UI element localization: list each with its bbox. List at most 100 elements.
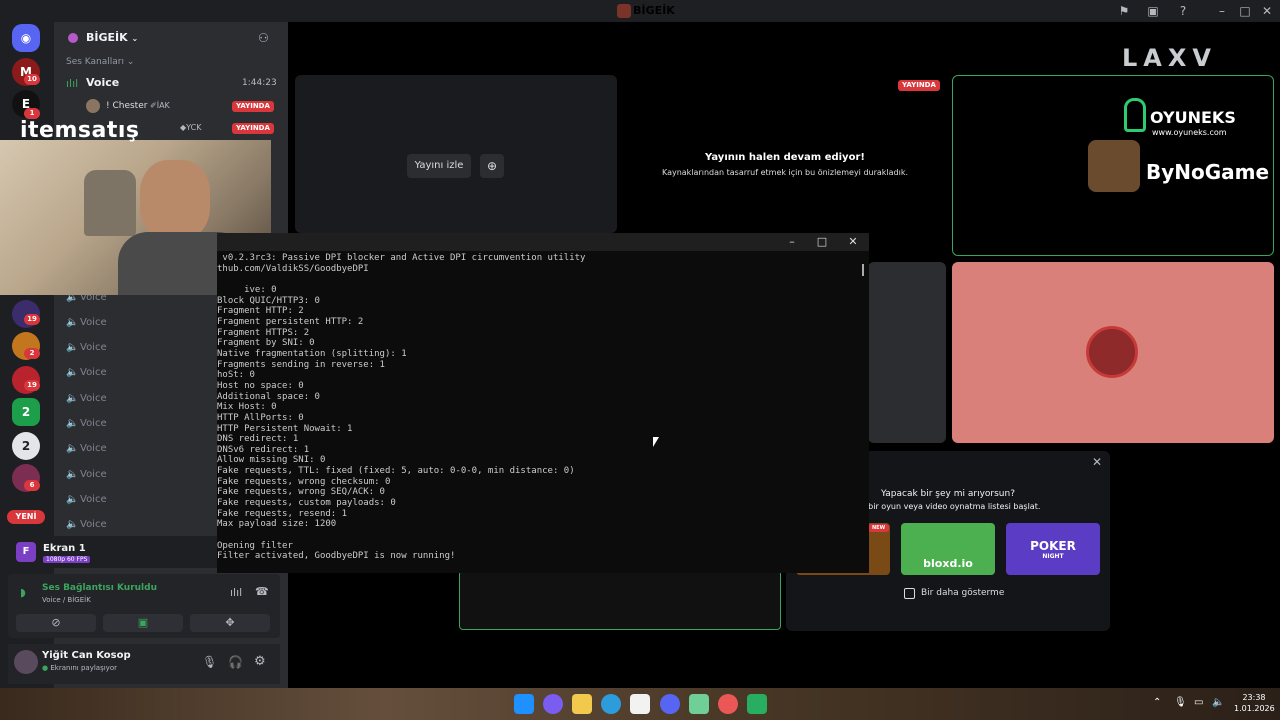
console-close-button[interactable]: ✕ [841,234,865,250]
member-tag-label: İAK [156,101,170,110]
help-icon[interactable]: ? [1175,3,1191,19]
voice-channel-main[interactable]: Voice [86,76,119,89]
copilot-icon[interactable] [543,694,563,714]
console-line: Max payload size: 1200 [217,519,337,530]
windows-start-icon[interactable] [514,694,534,714]
console-line: Fake requests, wrong checksum: 0 [217,476,391,487]
maximize-button[interactable]: □ [1237,3,1253,19]
edge-icon[interactable] [601,694,621,714]
close-icon[interactable]: ✕ [1090,455,1104,469]
minimize-button[interactable]: – [1214,3,1230,19]
console-line: Fragments sending in reverse: 1 [217,359,385,370]
console-titlebar[interactable] [217,233,869,251]
voice-channel[interactable]: 🔈 Voice [66,388,107,410]
section-header[interactable]: Ses Kanalları ⌄ [66,57,134,67]
server-icon-2[interactable]: 2 [12,398,40,426]
chair-shape [84,170,136,236]
member-name[interactable]: ! Chester [106,101,147,111]
microphone-icon[interactable]: 🎙 [202,655,217,669]
window-title: BİGEİK [633,4,675,17]
popout-icon[interactable]: ⊕ [480,154,504,178]
member-tag-label: YCK [186,123,202,132]
add-member-icon[interactable]: ⚇ [258,31,269,45]
close-button[interactable]: ✕ [1259,3,1275,19]
camera-off-button[interactable]: ⊘ [16,614,96,632]
screen-share-button[interactable]: ▣ [103,614,183,632]
app-icon[interactable] [689,694,709,714]
noise-suppression-icon[interactable]: ılıl [230,586,242,599]
store-icon[interactable] [630,694,650,714]
voice-channel-label: Voice [80,393,107,404]
dont-show-checkbox[interactable] [904,588,915,599]
disconnect-icon[interactable]: ☎ [255,585,269,598]
voice-channel[interactable]: 🔈 Voice [66,514,107,536]
console-maximize-button[interactable]: □ [810,234,834,250]
speaker-icon: 🔈 [66,443,79,454]
server-name[interactable]: BİGEİK ⌄ [86,31,138,44]
voice-channel[interactable]: 🔈 Voice [66,489,107,511]
watch-stream-button[interactable]: Yayını izle [407,154,471,178]
speaker-icon: 🔈 [66,393,79,404]
console-line: Fake requests, TTL: fixed (fixed: 5, aut… [217,466,575,477]
activities-button[interactable]: ✥ [190,614,270,632]
unread-badge: 10 [24,74,40,85]
file-explorer-icon[interactable] [572,694,592,714]
console-minimize-button[interactable]: – [780,234,804,250]
chevron-down-icon: ⌄ [131,34,139,43]
avatar[interactable] [14,650,38,674]
volume-icon[interactable]: 🔈 [1212,697,1224,708]
brand-oyuneks: OYUNEKS [1150,108,1236,127]
voice-channel-label: Voice [80,317,107,328]
console-line: Fake requests, wrong SEQ/ACK: 0 [217,487,385,498]
sponsor-overlay-logo: itemsatış [20,118,140,143]
connection-status[interactable]: Ses Bağlantısı Kuruldu [42,583,157,593]
inbox-icon[interactable]: ⚑ [1116,3,1132,19]
participant-tile-speaking[interactable] [459,570,781,630]
live-badge: YAYINDA [232,101,274,112]
voice-channel[interactable]: 🔈 Voice [66,362,107,384]
voice-channel[interactable]: 🔈 Voice [66,464,107,486]
participant-tile[interactable] [868,262,946,443]
voice-channel[interactable]: 🔈 Voice [66,312,107,334]
tray-mic-icon[interactable]: 🎙 [1174,697,1187,708]
activity-card-poker[interactable]: POKER NIGHT [1006,523,1100,575]
console-line: DNS redirect: 1 [217,434,299,445]
server-icon-y2[interactable]: 2 [12,432,40,460]
activity-card-sublabel: NIGHT [1042,553,1064,560]
network-icon[interactable]: ▭ [1194,697,1203,708]
activity-card-bloxd[interactable]: bloxd.io [901,523,995,575]
new-badge[interactable]: YENİ [7,510,45,524]
headphones-icon[interactable]: 🎧 [228,655,243,669]
connection-location[interactable]: Voice / BİGEİK [42,596,91,604]
voice-channel[interactable]: 🔈 Voice [66,413,107,435]
console-scrollbar[interactable] [862,264,864,276]
console-line: Additional space: 0 [217,391,320,402]
user-name[interactable]: Yiğit Can Kosop [42,650,131,661]
chrome-icon[interactable] [718,694,738,714]
voice-channel[interactable]: 🔈 Voice [66,438,107,460]
voice-timer: 1:44:23 [242,78,277,88]
tray-chevron-icon[interactable]: ⌃ [1153,697,1161,708]
voice-active-icon: ılıl [66,77,79,90]
dont-show-label[interactable]: Bir daha gösterme [921,588,1004,598]
monitor-icon[interactable]: ▣ [1145,3,1161,19]
console-line: ive: 0 [217,284,277,295]
console-line: v0.2.3rc3: Passive DPI blocker and Activ… [217,253,586,263]
discord-icon[interactable] [660,694,680,714]
speaker-icon: 🔈 [66,469,79,480]
voice-channel[interactable]: 🔈 Voice [66,337,107,359]
discord-home-icon[interactable]: ◉ [12,24,40,52]
section-label: Ses Kanalları [66,57,124,67]
taskbar-clock[interactable]: 23:38 1.01.2026 [1234,692,1275,714]
console-line: HTTP AllPorts: 0 [217,412,304,423]
brand-bynogame: ByNoGame [1146,160,1270,184]
voice-channel-label: Voice [80,443,107,454]
terminal-icon[interactable] [747,694,767,714]
gear-icon[interactable]: ⚙ [254,654,266,669]
console-line: Host no space: 0 [217,380,304,391]
speaker-icon: 🔈 [66,317,79,328]
unread-badge: 2 [24,348,40,359]
clock-time: 23:38 [1242,693,1266,702]
new-tag: NEW [868,524,890,532]
